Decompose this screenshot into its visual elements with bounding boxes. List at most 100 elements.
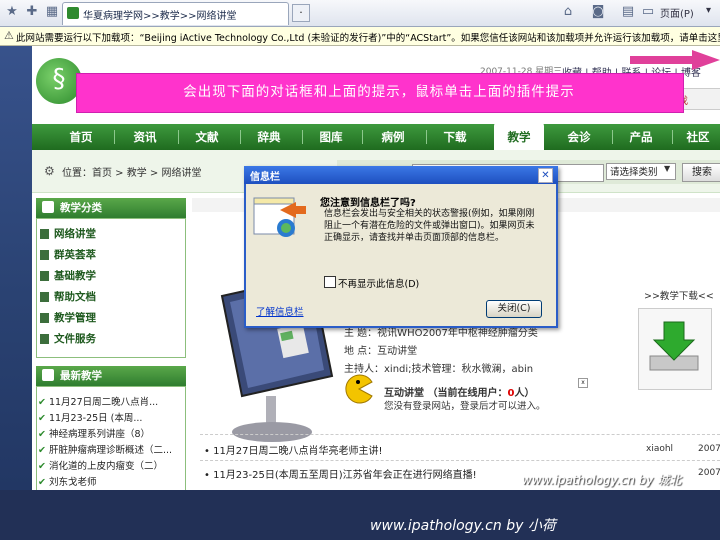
list-item-label: 11月27日周二晚八点肖...: [48, 397, 159, 408]
download-section-label[interactable]: >>教学下载<<: [644, 288, 714, 302]
do-not-show-checkbox[interactable]: [324, 276, 336, 288]
lecture-author: xiaohl: [646, 444, 674, 454]
sidebar-item-help-docs[interactable]: 帮助文档: [40, 289, 96, 304]
home-icon[interactable]: ⌂: [560, 4, 576, 20]
sidebar-item-label: 教学管理: [54, 312, 96, 324]
sidebar-item-label: 基础教学: [54, 270, 96, 282]
sidebar-item-file-service[interactable]: 文件服务: [40, 331, 96, 346]
check-icon: ✔: [38, 413, 46, 424]
add-favorite-icon[interactable]: ✚: [24, 4, 40, 20]
interactive-room-title[interactable]: 互动讲堂 （当前在线用户：0人）: [384, 384, 534, 399]
nav-separator: [178, 130, 179, 144]
nav-consult[interactable]: 会诊: [554, 124, 604, 150]
sidebar-item-lecture[interactable]: 网络讲堂: [40, 226, 96, 241]
nav-separator: [114, 130, 115, 144]
pacman-icon: [345, 374, 373, 404]
nav-home[interactable]: 首页: [56, 124, 106, 150]
list-item[interactable]: ✔ 消化道的上皮内瘤变（二）: [38, 458, 163, 472]
pointer-arrow-icon: [630, 50, 720, 70]
nav-gallery[interactable]: 图库: [306, 124, 356, 150]
nav-products[interactable]: 产品: [616, 124, 666, 150]
nav-separator: [240, 130, 241, 144]
search-button[interactable]: 搜索: [682, 163, 720, 182]
check-icon: ✔: [38, 461, 46, 472]
chevron-down-icon[interactable]: ▼: [664, 164, 670, 173]
book-icon: [40, 271, 49, 281]
login-notice: 您没有登录网站，登录后才可以进入。: [384, 401, 546, 412]
list-item-label: 肝脏肿瘤病理诊断概述（二...: [48, 445, 173, 456]
list-item[interactable]: ✔ 肝脏肿瘤病理诊断概述（二...: [38, 442, 172, 456]
information-bar[interactable]: ⚠ 此网站需要运行以下加载项：“Beijing iActive Technolo…: [0, 27, 720, 46]
dialog-close-icon[interactable]: ✕: [538, 168, 553, 183]
nav-news[interactable]: 资讯: [120, 124, 170, 150]
list-item-label: 11月23-25日 (本周...: [48, 413, 143, 424]
divider: [200, 434, 720, 436]
lecture-date: 2007-1: [698, 468, 720, 478]
favorites-star-icon[interactable]: ★: [4, 4, 20, 20]
sidebar-new-title: 最新教学: [60, 370, 102, 382]
browser-toolbar: ★ ✚ ▦ 华夏病理学网>>教学>>网络讲堂 · ⌂ ◙ ▤ ▭ 页面(P) ▾: [0, 0, 720, 27]
dialog-body: 信息栏会发出与安全相关的状态警报(例如，如果刚刚阻止一个有潜在危险的文件或弹出窗…: [324, 209, 535, 243]
feeds-icon[interactable]: ◙: [590, 4, 606, 20]
nav-download[interactable]: 下载: [430, 124, 480, 150]
page-menu[interactable]: 页面(P): [660, 5, 694, 20]
nav-literature[interactable]: 文献: [182, 124, 232, 150]
sidebar-item-label: 文件服务: [54, 333, 96, 345]
nav-separator: [362, 130, 363, 144]
divider: [200, 460, 720, 462]
do-not-show-label[interactable]: 不再显示此信息(D): [338, 276, 419, 290]
sidebar-new-header: 最新教学: [36, 366, 186, 386]
sidebar-item-experts[interactable]: 群英荟萃: [40, 247, 96, 262]
list-item[interactable]: ✔ 11月27日周二晚八点肖...: [38, 394, 158, 408]
watermark-bottom: www.ipathology.cn by 小荷: [370, 518, 556, 534]
watermark-site: www.ipathology.cn by 城北: [522, 473, 682, 487]
book-icon: [40, 313, 49, 323]
check-icon: ✔: [38, 445, 46, 456]
sidebar-item-basic[interactable]: 基础教学: [40, 268, 96, 283]
table-row[interactable]: • 11月23-25日(本周五至周日)江苏省年会正在进行网络直播!: [204, 466, 477, 481]
learn-infobar-link[interactable]: 了解信息栏: [256, 304, 304, 318]
list-item-label: 神经病理系列讲座（8）: [48, 429, 151, 440]
list-item[interactable]: ✔ 刘东戈老师: [38, 474, 96, 488]
book-icon: [40, 292, 49, 302]
check-icon: ✔: [38, 477, 46, 488]
print-icon[interactable]: ▤: [620, 4, 636, 20]
nav-teaching[interactable]: 教学: [494, 124, 544, 150]
table-row[interactable]: • 11月27日周二晚八点肖华亮老师主讲!: [204, 442, 383, 457]
information-bar-text[interactable]: 此网站需要运行以下加载项：“Beijing iActive Technology…: [16, 30, 720, 44]
shield-warning-icon: ⚠: [4, 29, 14, 42]
expand-icon[interactable]: x: [578, 378, 588, 388]
check-icon: ✔: [38, 397, 46, 408]
slide-bottom-band: [0, 490, 720, 540]
tools-menu[interactable]: ▾: [706, 5, 711, 16]
book-icon: [40, 229, 49, 239]
tab-list-icon[interactable]: ▦: [44, 4, 60, 20]
dialog-heading: 您注意到信息栏了吗?: [320, 198, 416, 209]
close-button[interactable]: 关闭(C): [486, 300, 542, 318]
logo-helix-icon: §: [52, 64, 66, 94]
new-tab-button[interactable]: ·: [292, 4, 310, 22]
nav-community[interactable]: 社区: [676, 124, 720, 150]
nav-separator: [612, 130, 613, 144]
lecture-date: 2007-1: [698, 444, 720, 454]
nav-separator: [672, 130, 673, 144]
download-arrow-icon[interactable]: [644, 316, 704, 376]
lecture-host: 主持人：xindi;技术管理：秋水微澜，abin: [344, 364, 534, 375]
sidebar-item-label: 帮助文档: [54, 291, 96, 303]
minus-box-icon[interactable]: [42, 201, 54, 213]
dialog-title: 信息栏: [250, 172, 280, 183]
location-icon: ⚙: [44, 164, 55, 178]
list-item[interactable]: ✔ 11月23-25日 (本周...: [38, 410, 142, 424]
instruction-banner-text: 会出现下面的对话框和上面的提示，鼠标单击上面的插件提示: [183, 84, 575, 100]
list-item[interactable]: ✔ 神经病理系列讲座（8）: [38, 426, 150, 440]
browser-tab[interactable]: 华夏病理学网>>教学>>网络讲堂: [62, 2, 289, 25]
minus-box-icon[interactable]: [42, 369, 54, 381]
site-favicon-icon: [67, 7, 79, 19]
sidebar-item-management[interactable]: 教学管理: [40, 310, 96, 325]
page-icon[interactable]: ▭: [640, 4, 656, 20]
nav-separator: [302, 130, 303, 144]
breadcrumb[interactable]: 位置：首页 > 教学 > 网络讲堂: [62, 164, 201, 179]
nav-cases[interactable]: 病例: [368, 124, 418, 150]
dialog-titlebar[interactable]: [244, 166, 558, 184]
nav-dictionary[interactable]: 辞典: [244, 124, 294, 150]
